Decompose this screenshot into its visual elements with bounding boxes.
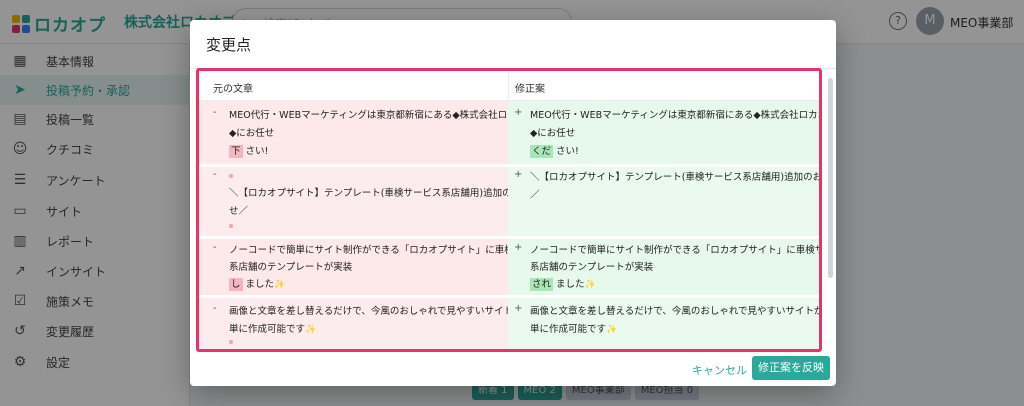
diff-line-text: 単に作成可能です [229, 324, 306, 335]
diff-line: MEO代行・WEBマーケティングは東京都新宿にある◆株式会社ロカオプ [229, 110, 536, 121]
original-header: 元の文章 [199, 71, 508, 101]
revised-column: 修正案 + MEO代行・WEBマーケティングは東京都新宿にある◆株式会社ロカオプ… [508, 71, 819, 349]
diff-hunk-added: + ＼【ロカオプサイト】テンプレート(車検サービス系店舗用)追加のお知らせ ／ [508, 167, 819, 236]
removed-marker [229, 340, 233, 344]
diff-hunk-removed: - MEO代行・WEBマーケティングは東京都新宿にある◆株式会社ロカオプ ◆にお… [199, 101, 536, 164]
sparkle-icon: ✨ [274, 280, 286, 290]
diff-hunk-removed: - ＼【ロカオプサイト】テンプレート(車検サービス系店舗用)追加のお知ら せ／ [199, 167, 540, 236]
removed-text: し [229, 278, 243, 291]
diff-hunk-removed: - ノーコードで簡単にサイト制作ができる「ロカオプサイト」に車検サービス 系店舗… [199, 239, 552, 295]
diff-line: 画像と文章を差し替えるだけで、今風のおしゃれで見やすいサイトが簡 [530, 306, 822, 317]
plus-sign: + [514, 169, 523, 180]
minus-sign: - [213, 242, 217, 253]
diff-line: せ／ [229, 206, 249, 217]
diff-line: 系店舗のテンプレートが実装 [530, 262, 654, 273]
sparkle-icon: ✨ [584, 280, 596, 290]
diff-line: ＼【ロカオプサイト】テンプレート(車検サービス系店舗用)追加のお知らせ [530, 172, 822, 183]
cancel-button[interactable]: キャンセル [692, 362, 747, 378]
diff-line-tail: さい! [556, 146, 579, 157]
apply-revision-button[interactable]: 修正案を反映 [752, 356, 830, 380]
sparkle-icon: ✨ [305, 325, 317, 335]
revised-header: 修正案 [508, 71, 819, 101]
diff-line: MEO代行・WEBマーケティングは東京都新宿にある◆株式会社ロカオプ [530, 110, 822, 121]
sparkle-icon: ✨ [606, 325, 618, 335]
diff-hunk-added: + MEO代行・WEBマーケティングは東京都新宿にある◆株式会社ロカオプ ◆にお… [508, 101, 819, 164]
plus-sign: + [514, 107, 523, 118]
minus-sign: - [213, 107, 217, 118]
plus-sign: + [514, 242, 523, 253]
diff-line: 系店舗のテンプレートが実装 [229, 262, 353, 273]
scrollbar[interactable] [828, 78, 833, 278]
diff-line: ◆にお任せ [530, 128, 576, 139]
minus-sign: - [213, 169, 217, 180]
diff-line: ＼【ロカオプサイト】テンプレート(車検サービス系店舗用)追加のお知ら [229, 188, 541, 199]
diff-line: ／ [530, 190, 540, 201]
diff-line-tail: ました [245, 279, 275, 290]
diff-line: 単に作成可能です✨ [530, 321, 617, 335]
added-text: くだ [530, 145, 554, 158]
revised-header-label: 修正案 [515, 84, 545, 95]
diff-line-tail: さい! [245, 146, 269, 157]
diff-line: 単に作成可能です✨ [229, 321, 316, 335]
diff-line: 画像と文章を差し替えるだけで、今風のおしゃれで見やすいサイトが簡 [229, 306, 533, 317]
diff-line: 下 さい! [229, 143, 269, 158]
plus-sign: + [514, 303, 523, 314]
removed-text: 下 [229, 145, 243, 158]
diff-line: くだ さい! [530, 143, 579, 158]
changes-dialog: 変更点 元の文章 - MEO代行・WEBマーケティングは東京都新宿にある◆株式会… [190, 20, 836, 386]
original-header-label: 元の文章 [213, 84, 253, 95]
diff-line: ノーコードで簡単にサイト制作ができる「ロカオプサイト」に車検サービス [530, 245, 822, 256]
diff-line-text: 単に作成可能です [530, 324, 607, 335]
minus-sign: - [213, 303, 217, 314]
diff-line: ◆にお任せ [229, 128, 275, 139]
added-text: され [530, 278, 554, 291]
removed-marker [229, 174, 233, 178]
diff-line: し ました✨ [229, 276, 286, 291]
diff-line: ノーコードで簡単にサイト制作ができる「ロカオプサイト」に車検サービス [229, 245, 552, 256]
diff-line-tail: ました [556, 279, 585, 290]
diff-hunk-added: + 画像と文章を差し替えるだけで、今風のおしゃれで見やすいサイトが簡 単に作成可… [508, 298, 819, 349]
removed-marker [229, 224, 233, 228]
dialog-title: 変更点 [206, 36, 252, 54]
diff-line: され ました✨ [530, 276, 596, 291]
diff-view: 元の文章 - MEO代行・WEBマーケティングは東京都新宿にある◆株式会社ロカオ… [196, 68, 822, 352]
diff-hunk-removed: - 画像と文章を差し替えるだけで、今風のおしゃれで見やすいサイトが簡 単に作成可… [199, 298, 532, 349]
diff-hunk-added: + ノーコードで簡単にサイト制作ができる「ロカオプサイト」に車検サービス 系店舗… [508, 239, 819, 295]
original-column: 元の文章 - MEO代行・WEBマーケティングは東京都新宿にある◆株式会社ロカオ… [199, 71, 552, 349]
